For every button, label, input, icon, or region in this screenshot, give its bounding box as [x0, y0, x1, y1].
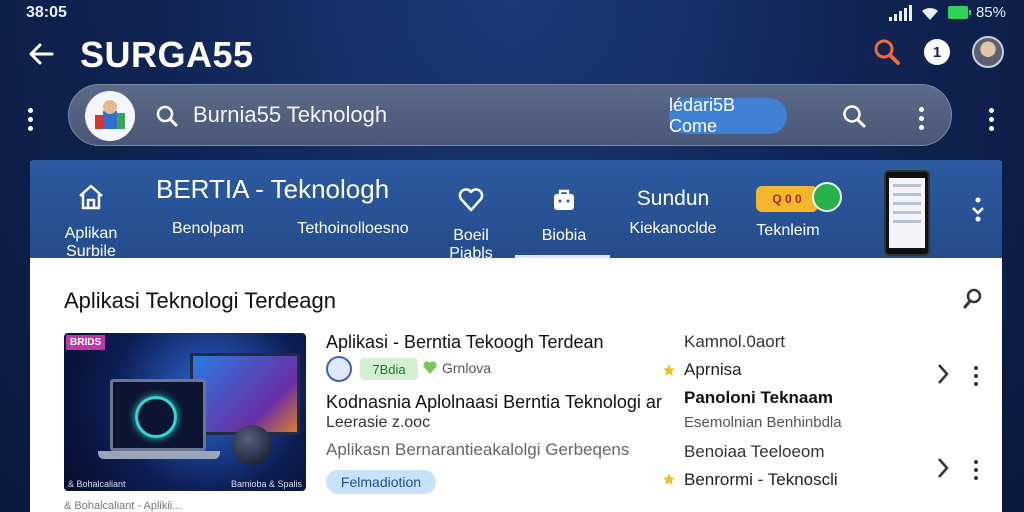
- category-badge: Q 0 0: [756, 186, 818, 212]
- below-caption: & Bohalcaliant - Aplikii...: [64, 500, 182, 512]
- category-label-top: Sundun: [636, 187, 710, 210]
- category-label: Biobia: [541, 227, 587, 244]
- signal-icon: [888, 4, 912, 21]
- category-strip: BERTIA - Teknologh Aplikan Surbile Benol…: [30, 160, 1002, 262]
- bag-icon: [554, 189, 574, 210]
- category-label: Boeil Piabls: [449, 227, 493, 262]
- thumbnail-tag: BRIDS: [66, 335, 106, 350]
- category-label: Benolpam: [171, 220, 245, 237]
- left-menu-kebab-icon[interactable]: [28, 108, 33, 131]
- search-icon[interactable]: [872, 37, 902, 67]
- row-kebab-icon[interactable]: [974, 366, 978, 390]
- rating-chip: 7Bdia: [360, 358, 418, 380]
- thumbnail-caption-right: Bamioba & Spalis: [230, 479, 302, 489]
- search-chip-button[interactable]: lédari5B Come: [669, 95, 787, 136]
- chat-bubble-icon: [812, 182, 842, 212]
- phone-illustration: [884, 170, 930, 256]
- app-header: SURGA55 1: [0, 30, 1024, 80]
- status-time: 38:05: [26, 4, 67, 21]
- item-headline[interactable]: Kodnasnia Aplolnaasi Berntia Teknologi a…: [326, 392, 662, 413]
- item-title[interactable]: Aplikasi - Berntia Tekoogh Terdean: [326, 332, 604, 353]
- item-description: Aplikasn Bernarantieakalolgi Gerbeqens: [326, 440, 630, 459]
- search-section-icon[interactable]: [962, 287, 984, 309]
- laptop-base: [98, 451, 220, 459]
- header-actions: 1: [872, 36, 1004, 68]
- category-label: Teknleim: [756, 222, 820, 239]
- speaker-illustration: [232, 425, 272, 465]
- category-biobia[interactable]: Biobia: [526, 186, 602, 245]
- verified-heart-icon: [423, 361, 437, 374]
- category-label: Aplikan Surbile: [64, 225, 118, 260]
- category-tethoinolloesno[interactable]: Tethoinolloesno: [288, 220, 418, 238]
- status-icons: 85%: [888, 4, 1006, 21]
- item-chip-button[interactable]: Felmadiotion: [326, 470, 436, 494]
- chevron-right-icon[interactable]: [936, 456, 950, 480]
- right-line-5: Benoiaa Teeloeom: [684, 442, 825, 461]
- battery-level: 85%: [975, 4, 1006, 21]
- category-banner-title: BERTIA - Teknologh: [156, 174, 390, 204]
- featured-thumbnail[interactable]: BRIDS & Bohalcaliant Bamioba & Spalis: [64, 333, 306, 491]
- category-aplikan[interactable]: Aplikan Surbile: [50, 182, 132, 261]
- section-title: Aplikasi Teknologi Terdeagn: [64, 288, 336, 313]
- right-line-6: Benrormi - Teknoscli: [684, 470, 838, 489]
- back-arrow-icon[interactable]: [26, 38, 58, 70]
- chevron-right-icon[interactable]: [936, 362, 950, 386]
- status-bar: 38:05 85%: [0, 0, 1024, 28]
- category-sundun[interactable]: Sundun Kiekanoclde: [618, 187, 728, 238]
- item-subheadline: Leerasie z.ooc: [326, 414, 431, 431]
- search-icon: [156, 105, 178, 127]
- more-categories-icon[interactable]: [968, 196, 988, 222]
- monitor-illustration: [190, 353, 300, 435]
- wifi-icon: [921, 7, 938, 20]
- search-bar[interactable]: Burnia55 Teknologh lédari5B Come: [68, 84, 952, 146]
- right-line-3[interactable]: Panoloni Teknaam: [684, 388, 833, 408]
- category-label: Tethoinolloesno: [297, 220, 409, 237]
- active-tab-indicator: [515, 255, 610, 258]
- battery-icon: [947, 6, 971, 19]
- app-logo: [326, 356, 352, 382]
- category-benolpam[interactable]: Benolpam: [160, 220, 256, 238]
- right-line-2: Aprnisa: [684, 360, 742, 379]
- category-boeil[interactable]: Boeil Piabls: [434, 186, 508, 263]
- category-label: Kiekanoclde: [629, 220, 717, 237]
- right-line-4: Esemolnian Benhinbdla: [684, 414, 842, 431]
- laptop-illustration: [110, 379, 206, 451]
- page-title: SURGA55: [80, 34, 254, 75]
- main-panel: BERTIA - Teknologh Aplikan Surbile Benol…: [30, 160, 1002, 512]
- search-options-kebab-icon[interactable]: [919, 107, 924, 130]
- notification-badge[interactable]: 1: [924, 39, 950, 65]
- search-submit-icon[interactable]: [841, 103, 867, 129]
- search-input[interactable]: Burnia55 Teknologh: [193, 102, 387, 128]
- star-icon: [663, 473, 675, 485]
- right-line-1: Kamnol.0aort: [684, 332, 786, 351]
- item-meta: Grnlova: [442, 360, 492, 376]
- category-teknleim[interactable]: Teknleim: [746, 222, 830, 240]
- star-icon: [663, 364, 675, 376]
- right-menu-kebab-icon[interactable]: [989, 108, 994, 131]
- app-mascot-avatar: [85, 91, 135, 141]
- home-icon: [79, 184, 103, 210]
- user-avatar[interactable]: [972, 36, 1004, 68]
- thumbnail-caption: & Bohalcaliant Bamioba & Spalis: [68, 479, 302, 489]
- row-kebab-icon[interactable]: [974, 460, 978, 484]
- heart-icon: [458, 188, 484, 212]
- thumbnail-caption-left: & Bohalcaliant: [68, 479, 126, 489]
